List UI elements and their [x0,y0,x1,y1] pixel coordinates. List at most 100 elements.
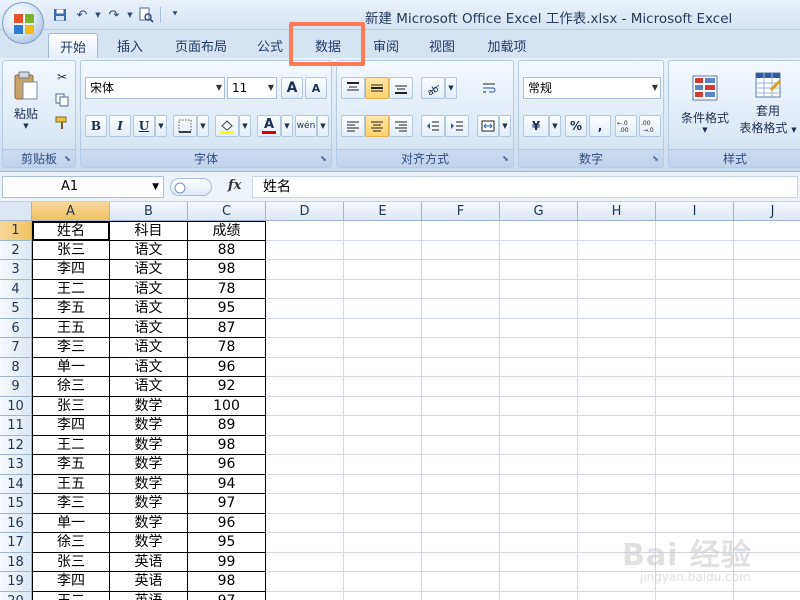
column-header-i[interactable]: I [656,202,734,221]
undo-dropdown-icon[interactable]: ▼ [94,5,102,25]
cell-a11[interactable]: 李四 [32,416,110,436]
worksheet-grid[interactable]: ABCDEFGHIJ123456789101112131415161718192… [0,202,800,600]
name-box[interactable]: A1 ▼ [2,176,164,198]
row-header-3[interactable]: 3 [0,260,32,280]
cell-b19[interactable]: 英语 [110,572,188,592]
row-header-17[interactable]: 17 [0,533,32,553]
cell-c19[interactable]: 98 [188,572,266,592]
cell-c18[interactable]: 99 [188,552,266,572]
format-as-table-button[interactable]: 套用 表格格式 ▼ [735,63,800,143]
redo-dropdown-icon[interactable]: ▼ [126,5,134,25]
cell-b11[interactable]: 数学 [110,416,188,436]
cell-b6[interactable]: 语文 [110,318,188,338]
cell-b1[interactable]: 科目 [110,221,188,241]
align-middle-icon[interactable] [365,77,389,99]
tab-insert[interactable]: 插入 [106,33,154,58]
cell-c10[interactable]: 100 [188,396,266,416]
wrap-text-icon[interactable] [477,77,501,99]
row-header-14[interactable]: 14 [0,474,32,494]
cell-b4[interactable]: 语文 [110,279,188,299]
decrease-indent-icon[interactable] [421,115,445,137]
print-preview-icon[interactable] [136,5,156,25]
cell-c2[interactable]: 88 [188,240,266,260]
cell-b5[interactable]: 语文 [110,299,188,319]
column-header-c[interactable]: C [188,202,266,221]
redo-icon[interactable]: ↷ [104,5,124,25]
cell-c13[interactable]: 96 [188,455,266,475]
cell-c4[interactable]: 78 [188,279,266,299]
format-painter-icon[interactable] [51,113,73,133]
cell-a20[interactable]: 王二 [32,591,110,600]
align-center-icon[interactable] [365,115,389,137]
grow-font-button[interactable]: A [281,77,303,99]
row-header-16[interactable]: 16 [0,513,32,533]
currency-dropdown-icon[interactable]: ▼ [549,115,561,137]
column-header-h[interactable]: H [578,202,656,221]
comma-button[interactable]: , [589,115,611,137]
underline-button[interactable]: U [133,115,155,137]
cell-a8[interactable]: 单一 [32,357,110,377]
row-header-20[interactable]: 20 [0,591,32,600]
row-header-12[interactable]: 12 [0,435,32,455]
increase-indent-icon[interactable] [445,115,469,137]
cell-b9[interactable]: 语文 [110,377,188,397]
cell-a19[interactable]: 李四 [32,572,110,592]
cell-a9[interactable]: 徐三 [32,377,110,397]
cell-b7[interactable]: 语文 [110,338,188,358]
row-header-10[interactable]: 10 [0,396,32,416]
cell-a12[interactable]: 王二 [32,435,110,455]
align-bottom-icon[interactable] [389,77,413,99]
cell-a5[interactable]: 李五 [32,299,110,319]
row-header-2[interactable]: 2 [0,240,32,260]
cell-c5[interactable]: 95 [188,299,266,319]
row-header-1[interactable]: 1 [0,221,32,241]
column-header-e[interactable]: E [344,202,422,221]
paste-button[interactable]: 粘贴 ▼ [7,65,45,135]
clipboard-launcher-icon[interactable]: ⬊ [62,153,73,164]
align-right-icon[interactable] [389,115,413,137]
column-header-f[interactable]: F [422,202,500,221]
column-header-j[interactable]: J [734,202,800,221]
select-all-corner[interactable] [0,202,32,221]
tab-data[interactable]: 数据 [304,33,352,58]
cell-b10[interactable]: 数学 [110,396,188,416]
save-icon[interactable] [50,5,70,25]
cell-c6[interactable]: 87 [188,318,266,338]
fill-color-button[interactable] [215,115,239,137]
insert-function-button[interactable]: fx [228,178,241,193]
cell-b8[interactable]: 语文 [110,357,188,377]
cell-b14[interactable]: 数学 [110,474,188,494]
cell-b12[interactable]: 数学 [110,435,188,455]
cell-b20[interactable]: 英语 [110,591,188,600]
decrease-decimal-icon[interactable]: .00 →.0 [639,115,661,137]
row-header-7[interactable]: 7 [0,338,32,358]
border-dropdown-icon[interactable]: ▼ [197,115,209,137]
office-button[interactable] [2,2,44,44]
tab-view[interactable]: 视图 [418,33,466,58]
row-header-9[interactable]: 9 [0,377,32,397]
font-size-select[interactable]: 11 ▼ [227,77,277,99]
cell-a15[interactable]: 李三 [32,494,110,514]
cell-c8[interactable]: 96 [188,357,266,377]
column-header-a[interactable]: A [32,202,110,221]
tab-page-layout[interactable]: 页面布局 [166,33,236,58]
number-launcher-icon[interactable]: ⬊ [650,153,661,164]
customize-icon[interactable]: ⯆ [165,5,185,25]
align-left-icon[interactable] [341,115,365,137]
cell-a16[interactable]: 单一 [32,513,110,533]
cut-icon[interactable]: ✂ [51,67,73,87]
bold-button[interactable]: B [85,115,107,137]
cell-b13[interactable]: 数学 [110,455,188,475]
column-header-b[interactable]: B [110,202,188,221]
cell-c15[interactable]: 97 [188,494,266,514]
row-header-15[interactable]: 15 [0,494,32,514]
cell-a10[interactable]: 张三 [32,396,110,416]
alignment-launcher-icon[interactable]: ⬊ [500,153,511,164]
cell-c1[interactable]: 成绩 [188,221,266,241]
cell-c14[interactable]: 94 [188,474,266,494]
cell-a7[interactable]: 李三 [32,338,110,358]
percent-button[interactable]: % [565,115,587,137]
merge-dropdown-icon[interactable]: ▼ [499,115,511,137]
shrink-font-button[interactable]: A [305,77,327,99]
number-format-select[interactable]: 常规 ▼ [523,77,661,99]
